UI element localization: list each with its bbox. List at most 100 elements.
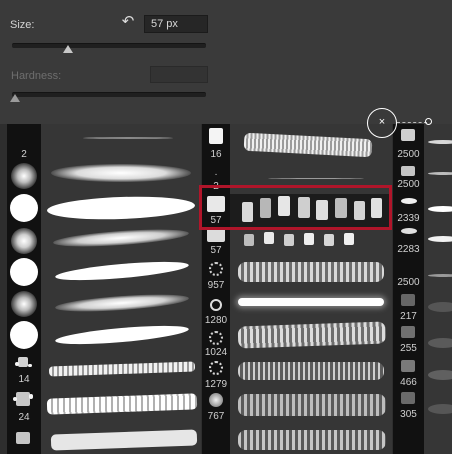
hardness-slider-track[interactable] — [12, 92, 206, 97]
flat-brush-icon — [401, 228, 417, 234]
stroke-preview — [238, 262, 384, 282]
spatter-brush-icon — [18, 357, 28, 367]
brush-size-label: 2500 — [397, 179, 420, 190]
brush-preset[interactable]: 305 — [393, 390, 424, 426]
brush-preset[interactable]: ·· — [7, 124, 41, 130]
stroke-preview — [243, 132, 373, 158]
stroke-preview — [428, 370, 452, 380]
stroke-preview — [52, 226, 190, 250]
stroke-preview — [428, 140, 452, 144]
brush-size-label: 1024 — [204, 347, 228, 358]
stroke-preview — [428, 302, 452, 312]
brush-size-label: 16 — [210, 149, 222, 160]
cursor-endpoint-icon — [425, 118, 432, 125]
stroke-preview — [54, 258, 190, 284]
brush-preset[interactable] — [7, 162, 41, 190]
brush-options-panel: Size: ↶ 57 px Hardness: — [0, 0, 452, 124]
grass-brush-icon — [401, 166, 415, 176]
brush-column-1-strokes — [41, 124, 201, 454]
ring-brush-icon — [210, 299, 222, 311]
brush-preset[interactable]: 957 — [202, 258, 230, 298]
cloud-brush-icon — [401, 360, 415, 372]
brush-size-label: 14 — [18, 374, 30, 385]
brush-size-label: 2 — [21, 149, 27, 160]
brush-column-3-strokes — [424, 124, 452, 454]
brush-preset[interactable]: 14 — [7, 354, 41, 388]
brush-preset[interactable]: 2339 — [393, 194, 424, 224]
stroke-preview — [51, 164, 191, 182]
brush-preset[interactable]: 2283 — [393, 224, 424, 255]
soft-round-brush-icon — [11, 228, 37, 254]
brush-cursor-close-icon[interactable]: × — [367, 108, 397, 138]
stroke-preview — [428, 236, 452, 242]
stroke-preview — [428, 274, 452, 277]
brush-size-label: 2283 — [397, 244, 420, 255]
soft-round-brush-icon — [11, 291, 37, 317]
stroke-preview — [238, 430, 386, 450]
stroke-preview — [428, 404, 452, 414]
reset-arrow-icon[interactable]: ↶ — [118, 13, 138, 31]
swirl-brush-icon — [209, 262, 223, 276]
size-slider-thumb[interactable] — [63, 45, 73, 53]
size-input[interactable]: 57 px — [144, 15, 208, 33]
brush-size-label: 255 — [400, 343, 417, 354]
brush-preset-grid: ·· 2 14 — [0, 124, 452, 454]
stroke-preview — [54, 322, 190, 348]
brush-preset[interactable] — [7, 320, 41, 352]
stroke-preview — [238, 394, 386, 416]
brush-size-label: 957 — [207, 280, 225, 291]
brush-preset[interactable]: 1280 — [202, 296, 230, 330]
stroke-preview — [428, 206, 452, 212]
brush-preset[interactable]: 466 — [393, 358, 424, 392]
stroke-preview — [238, 298, 384, 306]
brush-preset[interactable]: 217 — [393, 292, 424, 326]
brush-size-label: 57 — [210, 245, 222, 256]
hardness-slider-thumb[interactable] — [10, 94, 20, 102]
brush-preset[interactable] — [7, 227, 41, 257]
brush-preset[interactable]: 24 — [7, 388, 41, 428]
stroke-preview — [46, 194, 196, 222]
spatter-brush-icon — [16, 432, 30, 444]
brush-size-label: 1279 — [204, 379, 228, 390]
brush-preset[interactable]: 767 — [202, 390, 230, 426]
hard-round-brush-icon — [10, 258, 38, 286]
stroke-preview — [237, 321, 387, 349]
brush-preset[interactable]: 57 — [202, 228, 230, 258]
flat-brush-icon — [401, 198, 417, 204]
brush-preset[interactable]: 2500 — [393, 126, 424, 162]
brush-size-label: 466 — [400, 377, 417, 388]
brush-preset[interactable] — [7, 289, 41, 319]
brush-preset[interactable] — [7, 428, 41, 454]
size-label: Size: — [10, 19, 35, 31]
textured-round-brush-icon — [209, 393, 223, 407]
brush-column-3-thumbnails: 2500 2500 2339 2283 2500 217 255 466 305 — [393, 124, 424, 454]
brush-preset[interactable]: 2500 — [393, 164, 424, 194]
brush-preset[interactable]: 2 — [7, 148, 41, 160]
texture-brush-icon — [207, 228, 225, 242]
brush-size-label: 24 — [18, 412, 30, 423]
stroke-preview — [268, 178, 364, 179]
brush-preset[interactable]: 1279 — [202, 358, 230, 392]
brush-size-label: 767 — [207, 411, 225, 422]
swirl-brush-icon — [209, 331, 223, 345]
size-slider-track[interactable] — [12, 43, 206, 48]
stroke-preview — [428, 338, 452, 348]
brush-column-2-strokes — [230, 124, 392, 454]
spatter-brush-icon — [16, 392, 30, 406]
cloud-brush-icon — [401, 326, 415, 338]
brush-preset[interactable]: 255 — [393, 324, 424, 358]
stroke-preview — [46, 393, 198, 415]
texture-brush-icon — [209, 128, 223, 144]
brush-column-1-thumbnails: ·· 2 14 — [7, 124, 41, 454]
brush-size-label: 2339 — [397, 213, 420, 224]
brush-preset[interactable]: 2500 — [393, 264, 424, 290]
hardness-input[interactable] — [150, 66, 208, 83]
brush-size-label: 2500 — [397, 277, 420, 288]
brush-column-2-thumbnails: 16 · 2 57 57 957 1280 1024 1279 767 — [202, 124, 230, 454]
swirl-brush-icon — [209, 361, 223, 375]
grass-brush-icon — [401, 129, 415, 141]
brush-preset[interactable] — [7, 193, 41, 225]
brush-preset[interactable]: 16 — [202, 126, 230, 160]
soft-round-brush-icon — [11, 163, 37, 189]
brush-preset[interactable] — [7, 257, 41, 289]
